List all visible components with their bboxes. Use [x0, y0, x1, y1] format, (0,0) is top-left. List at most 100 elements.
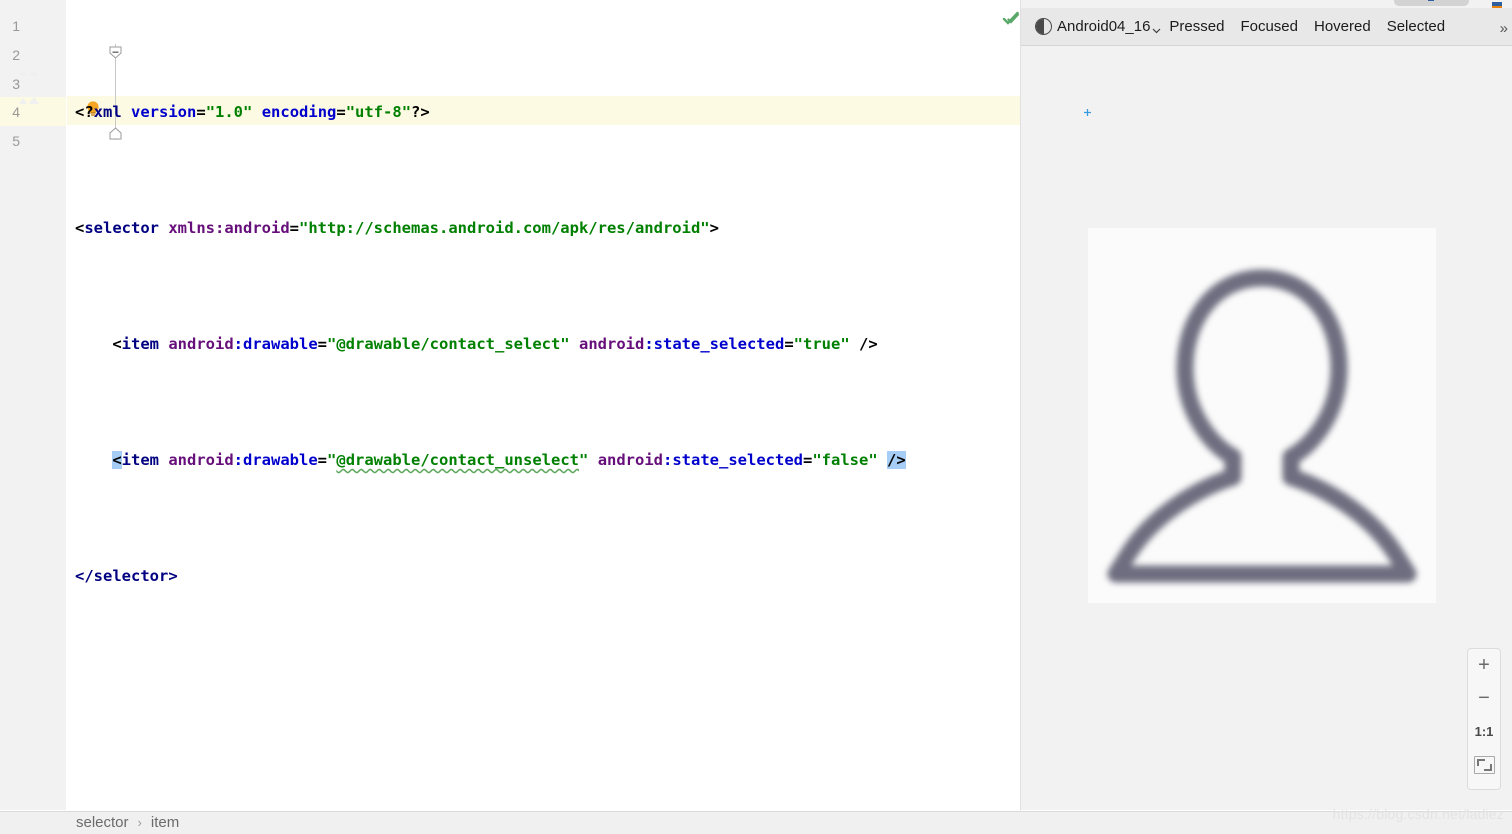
code-line-3[interactable]: <item android:drawable="@drawable/contac… — [75, 330, 906, 359]
code-text-area[interactable]: <?xml version="1.0" encoding="utf-8"?> <… — [75, 0, 906, 678]
tok-value-drawable-warning: @drawable/contact_unselect — [336, 451, 579, 469]
tok-space — [878, 451, 887, 469]
tok-attr-version: version — [131, 103, 197, 121]
fit-screen-icon — [1473, 755, 1495, 774]
tok-tag-item: item — [121, 335, 159, 353]
tok-close: ?> — [411, 103, 430, 121]
code-line-2[interactable]: <selector xmlns:android="http://schemas.… — [75, 214, 906, 243]
tok-space — [588, 451, 597, 469]
zoom-out-button[interactable]: − — [1468, 682, 1500, 715]
theme-contrast-icon[interactable] — [1035, 18, 1052, 35]
breadcrumb-separator-icon: › — [137, 815, 142, 830]
state-tab-selected[interactable]: Selected — [1387, 18, 1445, 35]
line-number: 2 — [12, 46, 20, 63]
tok-attr-drawable: :drawable — [233, 451, 318, 469]
tok-quote-open: " — [327, 451, 337, 469]
tok-selfclose: /> — [859, 335, 878, 353]
tok-selfclose-matched: /> — [887, 451, 906, 469]
state-tab-focused[interactable]: Focused — [1240, 18, 1298, 35]
state-tab-hovered[interactable]: Hovered — [1314, 18, 1371, 35]
image-preview-icon[interactable] — [28, 76, 44, 92]
drawable-render-frame[interactable] — [1088, 228, 1436, 603]
code-editor-pane[interactable]: 1 2 3 4 5 <?xml version="1.0" encoding="… — [0, 0, 1020, 810]
tok-space — [252, 103, 261, 121]
toolbar-overflow-icon[interactable]: » — [1500, 20, 1508, 37]
tok-attr-state-selected: :state_selected — [644, 335, 785, 353]
gutter-line-4[interactable]: 4 — [0, 97, 66, 126]
gutter-line-2[interactable]: 2 — [0, 40, 66, 69]
tok-attr-encoding: encoding — [261, 103, 337, 121]
tok-open: <? — [75, 103, 94, 121]
tok-value-encoding: "utf-8" — [345, 103, 412, 121]
tok-lt-selected: < — [112, 451, 122, 469]
inspection-status-ok-icon[interactable] — [1002, 10, 1020, 28]
tok-space — [159, 335, 168, 353]
breadcrumb-item-selector[interactable]: selector — [76, 814, 129, 831]
tok-ns-android: android — [579, 335, 645, 353]
tok-space — [122, 103, 131, 121]
watermark-text: https://blog.csdn.net/ladiez — [1332, 806, 1504, 822]
code-line-1[interactable]: <?xml version="1.0" encoding="utf-8"?> — [75, 98, 906, 127]
gutter-line-3[interactable]: 3 — [0, 69, 66, 98]
tok-space — [159, 219, 168, 237]
tok-eq: = — [784, 335, 794, 353]
tok-space — [850, 335, 859, 353]
tok-value-version: "1.0" — [205, 103, 253, 121]
image-preview-icon[interactable] — [28, 104, 44, 120]
tok-eq: = — [803, 451, 813, 469]
chevron-down-icon[interactable] — [1152, 22, 1161, 34]
breadcrumb[interactable]: selector › item — [76, 814, 179, 831]
tok-value-state: "true" — [793, 335, 850, 353]
tok-attr-state-selected: :state_selected — [663, 451, 803, 469]
partial-tab-above[interactable] — [1394, 0, 1469, 6]
code-folding-column[interactable] — [60, 0, 122, 810]
code-line-4[interactable]: <item android:drawable="@drawable/contac… — [75, 446, 906, 475]
tok-ns-android: android — [168, 451, 234, 469]
tok-attr-drawable: :drawable — [233, 335, 318, 353]
zoom-in-button[interactable]: + — [1468, 649, 1500, 682]
tok-lt: < — [75, 219, 85, 237]
canvas-origin-marker-icon — [1084, 103, 1091, 116]
tok-eq: = — [317, 335, 328, 353]
tok-indent — [75, 451, 112, 469]
tok-indent — [75, 335, 112, 353]
tok-value-drawable: "@drawable/contact_select" — [327, 335, 570, 353]
preview-toolbar[interactable]: Android04_16 Pressed Focused Hovered Sel… — [1021, 8, 1512, 46]
tok-value-namespace: "http://schemas.android.com/apk/res/andr… — [299, 219, 710, 237]
tok-ns-android: android — [168, 335, 234, 353]
tok-ns-android: android — [597, 451, 664, 469]
tok-eq: = — [317, 451, 328, 469]
tok-closing-tag-selector: </selector> — [75, 567, 178, 585]
tok-proc-name: xml — [93, 103, 122, 121]
status-bar — [0, 811, 1512, 834]
code-line-5[interactable]: </selector> — [75, 562, 906, 591]
line-number: 1 — [12, 17, 20, 34]
tok-lt: < — [112, 335, 122, 353]
zoom-controls[interactable]: + − 1:1 — [1467, 648, 1501, 790]
tok-space — [570, 335, 579, 353]
tok-space — [159, 451, 168, 469]
ide-xml-editor-window: 1 2 3 4 5 <?xml version="1.0" encoding="… — [0, 0, 1512, 834]
tok-eq: = — [289, 219, 300, 237]
fit-to-screen-button[interactable] — [1468, 748, 1500, 781]
line-number: 5 — [12, 132, 20, 149]
editor-gutter[interactable]: 1 2 3 4 5 — [0, 0, 67, 810]
tok-gt: > — [709, 219, 719, 237]
tok-quote-close: " — [579, 451, 589, 469]
preview-canvas[interactable] — [1021, 47, 1512, 810]
tok-value-state: "false" — [812, 451, 878, 469]
contact-person-icon — [1088, 228, 1436, 603]
config-name-label[interactable]: Android04_16 — [1057, 18, 1150, 35]
tok-attr-xmlns: xmlns:android — [168, 219, 290, 237]
tok-tag-selector: selector — [84, 219, 159, 237]
actual-size-button[interactable]: 1:1 — [1468, 715, 1500, 748]
breadcrumb-item-item[interactable]: item — [151, 814, 179, 831]
state-tab-pressed[interactable]: Pressed — [1169, 18, 1224, 35]
line-number: 3 — [12, 75, 20, 92]
gutter-line-5[interactable]: 5 — [0, 126, 66, 155]
tok-eq: = — [196, 103, 206, 121]
line-number: 4 — [12, 103, 20, 120]
gutter-line-1[interactable]: 1 — [0, 11, 66, 40]
resource-preview-pane: Android04_16 Pressed Focused Hovered Sel… — [1021, 0, 1512, 810]
tok-tag-item: item — [121, 451, 159, 469]
